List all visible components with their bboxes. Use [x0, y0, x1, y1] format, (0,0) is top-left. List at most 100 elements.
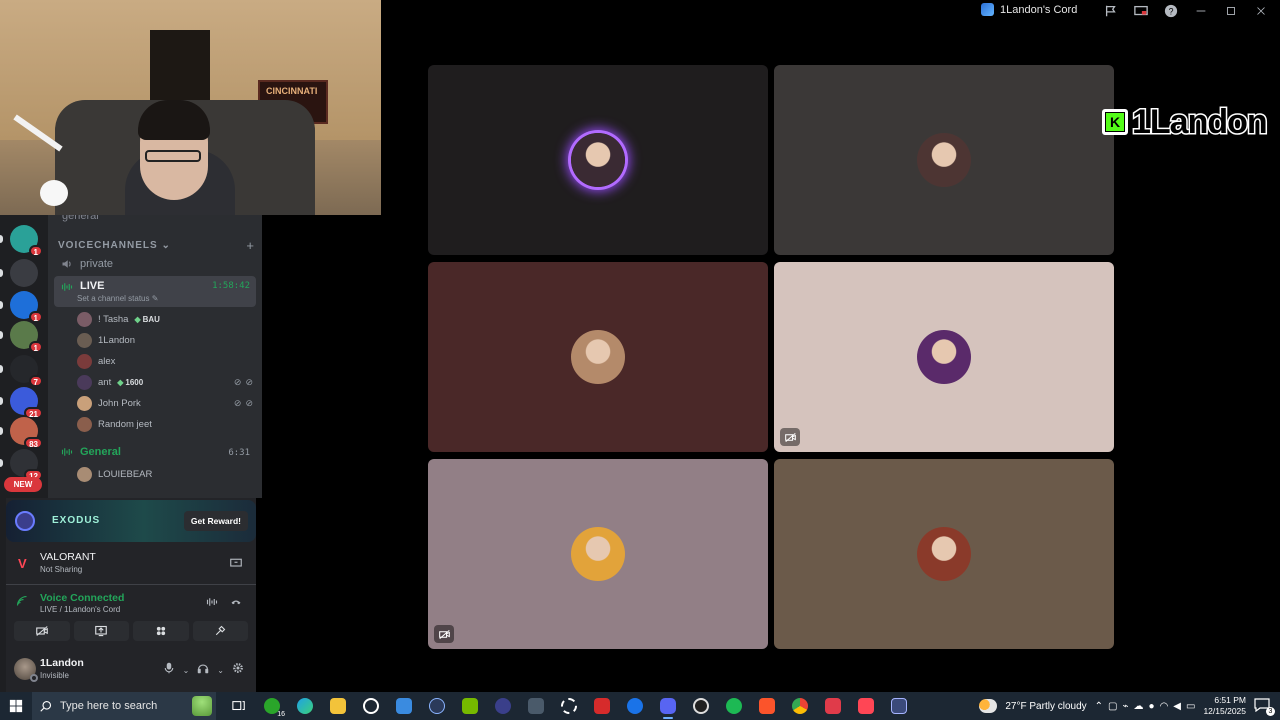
keyboard-icon[interactable]: ▭ — [1186, 701, 1195, 712]
promo-banner[interactable]: EXODUS Get Reward! — [6, 500, 256, 542]
user-name[interactable]: 1Landon — [40, 657, 84, 669]
chrome-icon[interactable] — [787, 692, 813, 720]
edge-icon[interactable] — [292, 692, 318, 720]
noise-suppression-icon[interactable] — [206, 595, 220, 609]
title-icons: ? — [1102, 2, 1270, 20]
channel-general-text[interactable]: general — [62, 215, 99, 222]
minimize-icon[interactable] — [1192, 2, 1210, 20]
channel-status[interactable]: Set a channel status ✎ — [77, 294, 158, 303]
camera-off-button[interactable] — [14, 621, 70, 641]
help-icon[interactable]: ? — [1162, 2, 1180, 20]
voice-member[interactable]: Random jeet — [77, 415, 253, 433]
video-tile[interactable] — [774, 65, 1114, 255]
player-icon[interactable] — [490, 692, 516, 720]
mention-badge: 1 — [28, 341, 43, 353]
task-view-icon[interactable] — [226, 692, 252, 720]
app-tray-icon[interactable]: ▢ — [1108, 701, 1117, 712]
maximize-icon[interactable] — [1222, 2, 1240, 20]
server-icon[interactable]: 21 — [10, 387, 43, 419]
add-channel-icon[interactable]: + — [246, 238, 254, 253]
windows-start-icon[interactable] — [0, 692, 32, 720]
new-badge[interactable]: NEW — [4, 477, 42, 492]
server-icon[interactable] — [10, 259, 38, 287]
vpn-icon[interactable] — [886, 692, 912, 720]
mention-badge: 83 — [24, 437, 43, 449]
media-app-icon[interactable] — [424, 692, 450, 720]
signal-icon[interactable] — [16, 595, 30, 609]
discord-icon[interactable] — [655, 692, 681, 720]
channel-private[interactable]: private — [54, 255, 256, 273]
clock[interactable]: 6:51 PM 12/15/2025 — [1203, 695, 1246, 717]
file-explorer-icon[interactable] — [325, 692, 351, 720]
camera-off-icon — [434, 625, 454, 643]
report-flag-icon[interactable] — [1102, 2, 1120, 20]
volume-icon[interactable]: ◀ — [1173, 701, 1181, 712]
microphone-icon[interactable]: ● — [1149, 701, 1155, 712]
video-tile[interactable] — [774, 262, 1114, 452]
server-icon[interactable]: 1 — [10, 291, 43, 323]
video-tile[interactable] — [774, 459, 1114, 649]
video-tile[interactable] — [428, 459, 768, 649]
roblox-icon[interactable] — [589, 692, 615, 720]
wifi-icon[interactable]: ◠ — [1160, 701, 1169, 712]
category-voicechannels[interactable]: VOICECHANNELS ⌄ + — [58, 238, 254, 253]
voice-member[interactable]: ! Tasha ◆ BAU — [77, 310, 253, 328]
obs-icon[interactable] — [688, 692, 714, 720]
voice-member[interactable]: 1Landon — [77, 331, 253, 349]
store-icon[interactable] — [391, 692, 417, 720]
gear-icon[interactable] — [232, 661, 244, 679]
browser-icon[interactable] — [622, 692, 648, 720]
voice-member[interactable]: alex — [77, 352, 253, 370]
app-logo-icon — [981, 3, 994, 16]
headphones-icon[interactable] — [197, 661, 209, 679]
video-tile[interactable] — [428, 262, 768, 452]
share-screen-button[interactable] — [73, 621, 129, 641]
app-red-icon[interactable] — [820, 692, 846, 720]
microphone-icon[interactable] — [163, 661, 175, 679]
server-icon[interactable]: 1 — [10, 321, 43, 353]
close-icon[interactable] — [1252, 2, 1270, 20]
nvidia-icon[interactable] — [457, 692, 483, 720]
spotify-icon[interactable] — [721, 692, 747, 720]
notification-icon[interactable]: 3 — [1254, 698, 1275, 716]
member-louiebear[interactable]: LOUIEBEAR — [77, 465, 253, 483]
calculator-icon[interactable] — [523, 692, 549, 720]
voice-member[interactable]: ant ◆ 1600 ⊘ ⊘ — [77, 373, 253, 391]
promo-name: EXODUS — [52, 515, 101, 526]
clock-time: 6:51 PM — [1214, 695, 1246, 705]
server-icon[interactable]: 1 — [10, 225, 43, 257]
get-reward-button[interactable]: Get Reward! — [183, 511, 248, 531]
server-icon[interactable]: 7 — [10, 355, 43, 387]
weather-text[interactable]: 27°F Partly cloudy — [1005, 701, 1086, 712]
screen-share-icon[interactable] — [1132, 2, 1150, 20]
activities-button[interactable] — [133, 621, 189, 641]
settings-app-icon[interactable] — [358, 692, 384, 720]
voice-title[interactable]: Voice Connected — [40, 592, 124, 604]
search-placeholder: Type here to search — [60, 700, 158, 712]
soundboard-button[interactable] — [192, 621, 248, 641]
video-tile[interactable] — [428, 65, 768, 255]
cloud-icon[interactable]: ☁ — [1134, 701, 1144, 712]
weather-icon[interactable] — [979, 699, 998, 713]
user-status: Invisible — [40, 671, 69, 680]
chevron-down-icon[interactable]: ⌄ — [183, 666, 190, 675]
chevron-down-icon[interactable]: ⌄ — [217, 666, 224, 675]
valorant-icon[interactable] — [853, 692, 879, 720]
window-title: 1Landon's Cord — [981, 3, 1077, 16]
channel-general-voice[interactable]: General — [54, 443, 256, 461]
server-icon[interactable]: 12 — [10, 449, 43, 481]
server-icon[interactable]: 83 — [10, 417, 43, 449]
member-status-icons: ⊘ ⊘ — [234, 398, 253, 409]
disconnect-icon[interactable] — [230, 595, 244, 609]
xbox-icon[interactable]: 16 — [259, 692, 285, 720]
voice-member[interactable]: John Pork ⊘ ⊘ — [77, 394, 253, 412]
tag-icon: ◆ — [134, 314, 141, 324]
network-icon[interactable]: ⌁ — [1122, 701, 1128, 712]
stream-game-icon[interactable] — [230, 556, 244, 568]
brave-icon[interactable] — [754, 692, 780, 720]
channel-live[interactable]: LIVE Set a channel status ✎ 1:58:42 — [54, 276, 256, 307]
taskbar-search[interactable]: Type here to search — [32, 692, 216, 720]
voice-subtitle[interactable]: LIVE / 1Landon's Cord — [40, 605, 120, 614]
chevron-up-icon[interactable]: ⌃ — [1095, 701, 1103, 712]
gear-icon[interactable] — [556, 692, 582, 720]
